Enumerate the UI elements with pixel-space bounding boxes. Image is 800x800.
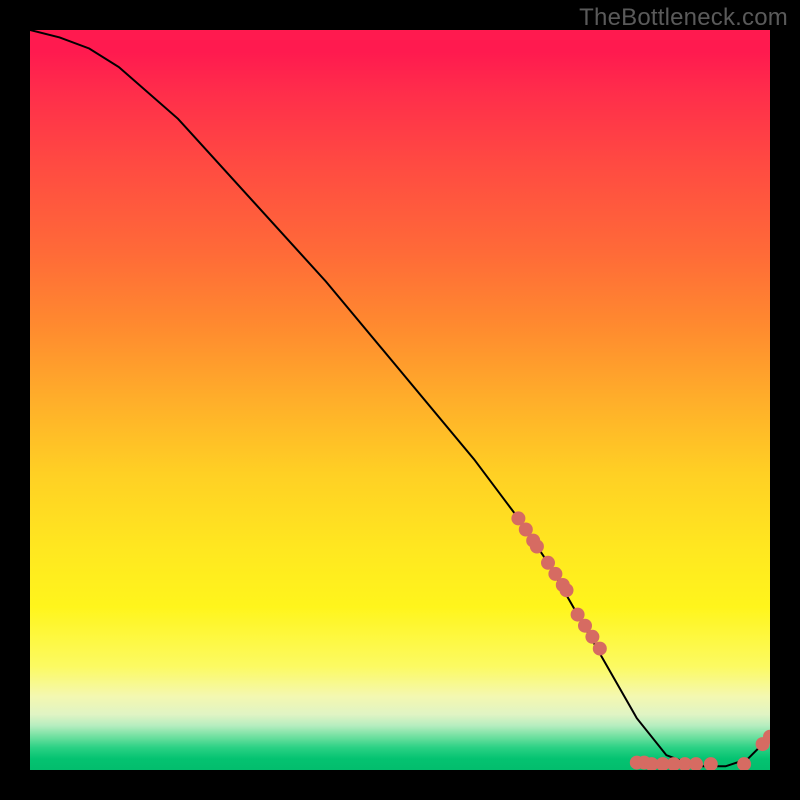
watermark-text: TheBottleneck.com (579, 4, 788, 32)
chart-overlay (30, 30, 770, 770)
data-point (704, 757, 718, 770)
data-point (560, 583, 574, 597)
bottleneck-curve (30, 30, 770, 766)
data-point-markers (511, 511, 770, 770)
data-point (689, 757, 703, 770)
data-point (530, 540, 544, 554)
chart-frame: TheBottleneck.com (0, 0, 800, 800)
data-point (593, 642, 607, 656)
data-point (585, 630, 599, 644)
